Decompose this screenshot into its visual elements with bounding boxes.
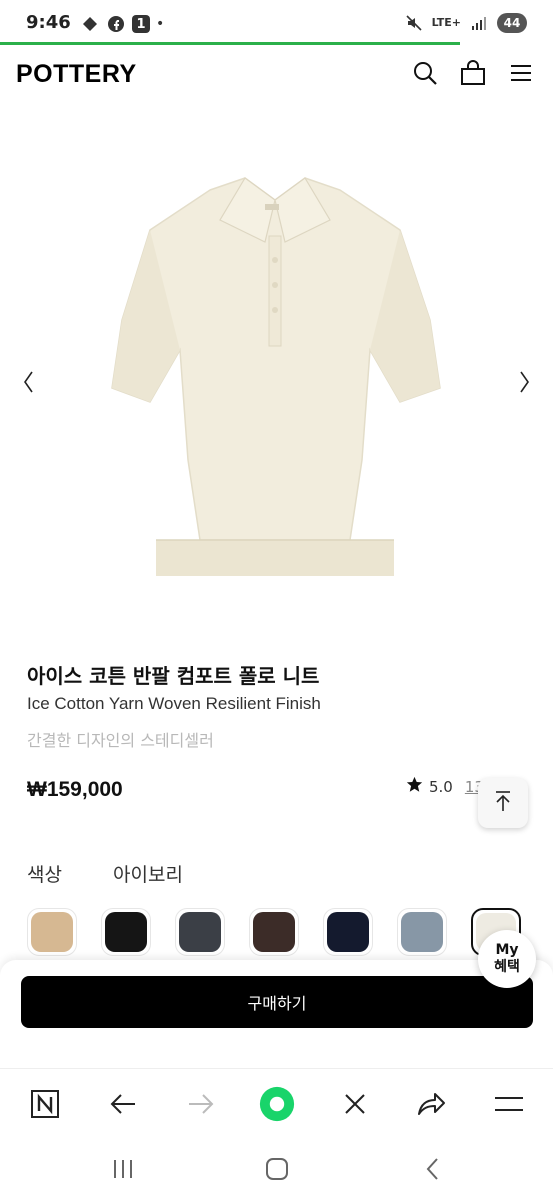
product-title-english: Ice Cotton Yarn Woven Resilient Finish xyxy=(27,694,321,713)
product-gallery[interactable] xyxy=(0,104,553,644)
color-swatch-blue-gray[interactable] xyxy=(397,908,447,956)
product-price: ₩159,000 xyxy=(27,778,123,801)
buy-button[interactable]: 구매하기 xyxy=(21,976,533,1028)
color-swatch-navy[interactable] xyxy=(323,908,373,956)
bag-icon[interactable] xyxy=(458,58,488,88)
status-system: LTE+ 44 xyxy=(404,13,527,33)
forward-icon[interactable] xyxy=(183,1086,219,1122)
swatch-chip xyxy=(327,912,369,952)
site-header: POTTERY xyxy=(0,46,553,104)
status-dot: • xyxy=(156,16,165,32)
status-time: 9:46 xyxy=(26,12,71,33)
ivory-polo-knit-image xyxy=(111,177,441,576)
scroll-to-top-button[interactable] xyxy=(478,778,528,828)
swatch-chip xyxy=(253,912,295,952)
page-load-progress xyxy=(0,42,460,45)
selected-color-name: 아이보리 xyxy=(113,864,183,886)
naver-icon[interactable] xyxy=(27,1086,63,1122)
network-type: LTE+ xyxy=(431,16,461,29)
swatch-chip xyxy=(31,912,73,952)
rating-score: 5.0 xyxy=(429,777,453,796)
gallery-prev-arrow[interactable] xyxy=(13,362,43,402)
mute-icon xyxy=(404,13,424,33)
search-icon[interactable] xyxy=(410,58,440,88)
close-icon[interactable] xyxy=(337,1086,373,1122)
browser-toolbar xyxy=(0,1068,553,1138)
my-benefit-line1: My xyxy=(495,942,519,958)
home-icon[interactable] xyxy=(259,1154,295,1184)
menu-icon[interactable] xyxy=(491,1086,527,1122)
system-navigation-bar xyxy=(0,1138,553,1200)
share-icon[interactable] xyxy=(413,1086,449,1122)
color-swatch-black[interactable] xyxy=(101,908,151,956)
my-benefit-line2: 혜택 xyxy=(494,959,520,975)
gallery-next-arrow[interactable] xyxy=(510,362,540,402)
chat-bubble-icon xyxy=(80,14,100,34)
menu-icon[interactable] xyxy=(506,58,536,88)
color-swatch-beige[interactable] xyxy=(27,908,77,956)
home-dot-icon[interactable] xyxy=(259,1086,295,1122)
recents-icon[interactable] xyxy=(105,1154,141,1184)
arrow-up-icon xyxy=(493,789,513,817)
notification-badge: 1 xyxy=(132,15,150,33)
product-rating[interactable]: 5.0 13 xyxy=(406,776,484,797)
product-subtitle: 간결한 디자인의 스테디셀러 xyxy=(27,731,214,750)
status-notifications: 1 • xyxy=(80,14,164,34)
back-icon[interactable] xyxy=(415,1154,451,1184)
color-swatch-charcoal[interactable] xyxy=(175,908,225,956)
product-title-korean: 아이스 코튼 반팔 컴포트 폴로 니트 xyxy=(27,664,320,688)
status-bar: 9:46 1 • LTE+ 44 xyxy=(0,0,553,44)
signal-icon xyxy=(469,13,489,33)
battery-indicator: 44 xyxy=(497,13,527,33)
my-benefit-button[interactable]: My 혜택 xyxy=(478,930,536,988)
color-option-label: 색상 xyxy=(27,864,62,886)
color-swatch-list xyxy=(27,908,527,958)
swatch-chip xyxy=(179,912,221,952)
back-icon[interactable] xyxy=(105,1086,141,1122)
facebook-icon xyxy=(106,14,126,34)
purchase-sheet: 구매하기 xyxy=(0,960,553,1068)
color-swatch-brown[interactable] xyxy=(249,908,299,956)
brand-logo[interactable]: POTTERY xyxy=(16,60,137,89)
swatch-chip xyxy=(105,912,147,952)
star-icon xyxy=(406,776,423,797)
swatch-chip xyxy=(401,912,443,952)
